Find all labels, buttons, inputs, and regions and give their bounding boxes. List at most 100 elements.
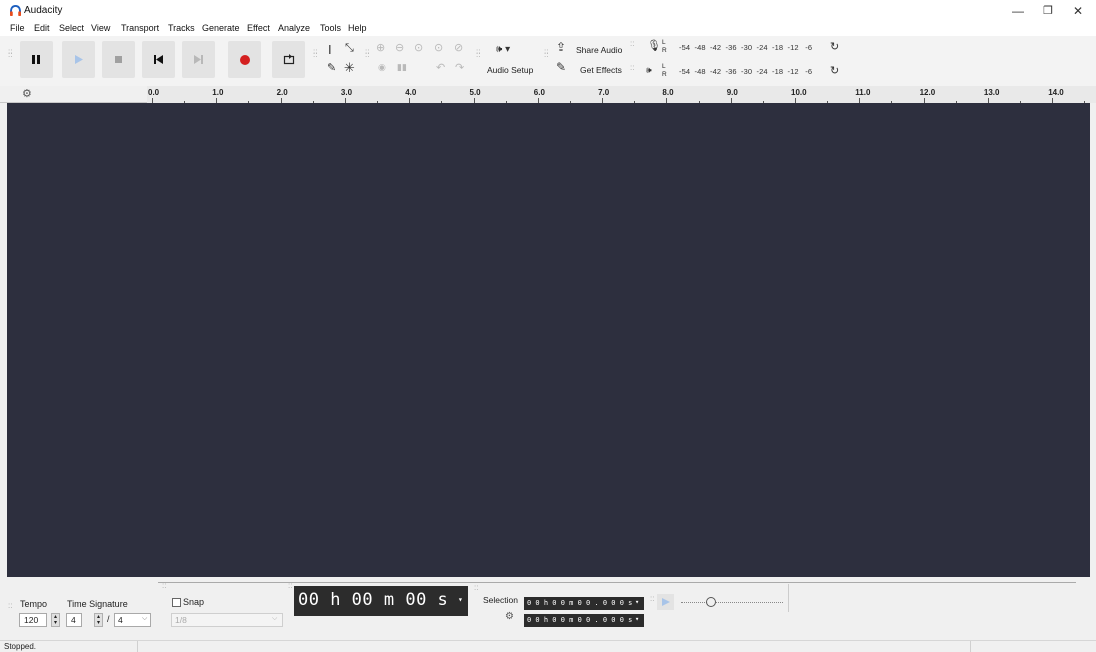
toolbar-grip[interactable]: ::: [162, 582, 166, 590]
tempo-input[interactable]: 120: [19, 613, 47, 627]
undo-icon[interactable]: ↶: [436, 61, 445, 74]
microphone-icon[interactable]: 🎙: [647, 39, 661, 52]
zoom-in-icon[interactable]: ⊕: [376, 41, 385, 54]
envelope-tool-icon[interactable]: ⤡: [345, 42, 354, 55]
audio-setup-button[interactable]: Audio Setup: [487, 65, 533, 75]
get-effects-button[interactable]: Get Effects: [580, 65, 622, 75]
bottom-toolbar: :: Tempo Time Signature 120 ▴ ▾ 4 ▴ ▾ / 4 …: [0, 580, 1096, 640]
timeline-ruler[interactable]: ⚙ 0.0 1.0 2.0 3.0 4.0 5.0 6.0 7.0 8.0 9.0 10.0 11.0…: [0, 86, 1096, 103]
fit-project-icon[interactable]: ⊙: [434, 41, 443, 54]
toolbar-grip[interactable]: ::: [8, 602, 12, 610]
play-icon: [662, 598, 670, 606]
menu-transport[interactable]: Transport: [121, 23, 159, 33]
record-button[interactable]: [228, 41, 261, 78]
playback-meter-scale[interactable]: -54 -48 -42 -36 -30 -24 -18 -12 -6: [679, 67, 812, 76]
status-divider: [970, 641, 971, 652]
close-button[interactable]: ✕: [1064, 3, 1092, 19]
menu-analyze[interactable]: Analyze: [278, 23, 310, 33]
speaker-dropdown-icon[interactable]: 🕪 ▾: [496, 44, 510, 55]
selection-start-time[interactable]: 0 0 h 0 0 m 0 0 . 0 0 0 s ▾: [524, 597, 644, 610]
menu-help[interactable]: Help: [348, 23, 367, 33]
stop-button[interactable]: [102, 41, 135, 78]
restore-button[interactable]: ❐: [1034, 3, 1062, 19]
stop-icon: [115, 56, 122, 63]
record-icon: [240, 55, 250, 65]
draw-tool-icon[interactable]: ✎: [327, 61, 336, 74]
toolbar-grip[interactable]: ::: [474, 584, 478, 592]
ts-numerator-spinner[interactable]: ▴ ▾: [94, 613, 103, 627]
trim-audio-icon[interactable]: ◉: [378, 62, 386, 73]
menu-tracks[interactable]: Tracks: [168, 23, 195, 33]
menu-tools[interactable]: Tools: [320, 23, 341, 33]
chevron-down-icon: ▾: [635, 598, 640, 606]
selection-settings-gear-icon[interactable]: ⚙: [505, 611, 514, 622]
menu-generate[interactable]: Generate: [202, 23, 240, 33]
minimize-button[interactable]: —: [1004, 3, 1032, 19]
toolbar-grip[interactable]: ::::: [365, 48, 369, 59]
chevron-down-icon: ▾: [635, 615, 640, 623]
track-area[interactable]: [7, 103, 1090, 577]
time-display[interactable]: 00 h 00 m 00 s ▾: [294, 586, 468, 616]
horizontal-scrollbar[interactable]: [158, 582, 1076, 583]
pause-button[interactable]: [20, 41, 53, 78]
ts-denominator-select[interactable]: 4 ⌵: [114, 613, 151, 627]
time-signature-label: Time Signature: [67, 599, 128, 609]
toolbar-grip[interactable]: ::::: [544, 48, 548, 59]
time-format-dropdown-icon[interactable]: ▾: [458, 595, 463, 604]
ruler-tick-label: 7.0: [598, 88, 610, 97]
menu-effect[interactable]: Effect: [247, 23, 270, 33]
ruler-tick-label: 6.0: [533, 88, 545, 97]
redo-icon[interactable]: ↷: [455, 61, 464, 74]
selection-label: Selection: [483, 595, 518, 605]
snap-select[interactable]: 1/8 ⌵: [171, 613, 283, 627]
play-at-speed-button[interactable]: [657, 594, 674, 610]
menu-edit[interactable]: Edit: [34, 23, 50, 33]
toolbar-grip[interactable]: ::: [650, 595, 654, 603]
ts-numerator-input[interactable]: 4: [66, 613, 82, 627]
ruler-tick-label: 3.0: [340, 88, 353, 97]
toolbar-grip[interactable]: ::: [630, 64, 634, 72]
toolbar-grip[interactable]: ::::: [476, 48, 480, 59]
share-audio-button[interactable]: Share Audio: [576, 45, 622, 55]
status-bar: Stopped.: [0, 640, 1096, 652]
record-meter-scale[interactable]: -54 -48 -42 -36 -30 -24 -18 -12 -6: [679, 43, 812, 52]
ruler-tick-label: 4.0: [405, 88, 417, 97]
ruler-tick-label: 1.0: [212, 88, 224, 97]
menu-view[interactable]: View: [91, 23, 110, 33]
timeline-settings-gear-icon[interactable]: ⚙: [22, 87, 32, 100]
tempo-spinner[interactable]: ▴ ▾: [51, 613, 60, 627]
toolbar-grip[interactable]: ::: [288, 582, 292, 590]
ruler-tick-label: 8.0: [662, 88, 674, 97]
ruler-scale[interactable]: 0.0 1.0 2.0 3.0 4.0 5.0 6.0 7.0 8.0 9.0 10.0 11.0 12…: [147, 86, 1096, 103]
record-meter-options-icon[interactable]: ↻: [830, 40, 839, 53]
silence-audio-icon[interactable]: ▮▮: [397, 62, 407, 73]
snap-label: Snap: [183, 597, 205, 607]
fit-selection-icon[interactable]: ⊙: [414, 41, 423, 54]
playback-meter-options-icon[interactable]: ↻: [830, 64, 839, 77]
play-button[interactable]: [62, 41, 95, 78]
selection-tool-icon[interactable]: I: [328, 42, 332, 57]
ruler-tick-label: 12.0: [919, 88, 936, 97]
zoom-toggle-icon[interactable]: ⊘: [454, 41, 463, 54]
skip-to-start-button[interactable]: [142, 41, 175, 78]
loop-button[interactable]: [272, 41, 305, 78]
menu-select[interactable]: Select: [59, 23, 84, 33]
selection-end-time[interactable]: 0 0 h 0 0 m 0 0 . 0 0 0 s ▾: [524, 614, 644, 627]
ruler-tick-label: 14.0: [1048, 88, 1064, 97]
chevron-down-icon: ⌵: [142, 615, 148, 622]
skip-to-end-button[interactable]: [182, 41, 215, 78]
pause-icon: [32, 55, 40, 64]
zoom-out-icon[interactable]: ⊖: [395, 41, 404, 54]
snap-checkbox[interactable]: [172, 598, 181, 607]
speaker-icon[interactable]: 🕪: [646, 65, 652, 76]
multi-tool-icon[interactable]: ✳: [344, 60, 355, 76]
speed-slider-handle[interactable]: [706, 597, 716, 607]
toolbar-grip[interactable]: ::::: [313, 48, 317, 59]
share-audio-icon: ⇪: [556, 40, 567, 54]
ruler-tick-label: 0.0: [148, 88, 160, 97]
status-text: Stopped.: [4, 642, 37, 651]
playback-speed-slider[interactable]: [681, 602, 783, 603]
toolbar-grip[interactable]: ::: [630, 40, 634, 48]
menu-file[interactable]: File: [10, 23, 25, 33]
toolbar-grip[interactable]: ::::: [8, 48, 12, 59]
